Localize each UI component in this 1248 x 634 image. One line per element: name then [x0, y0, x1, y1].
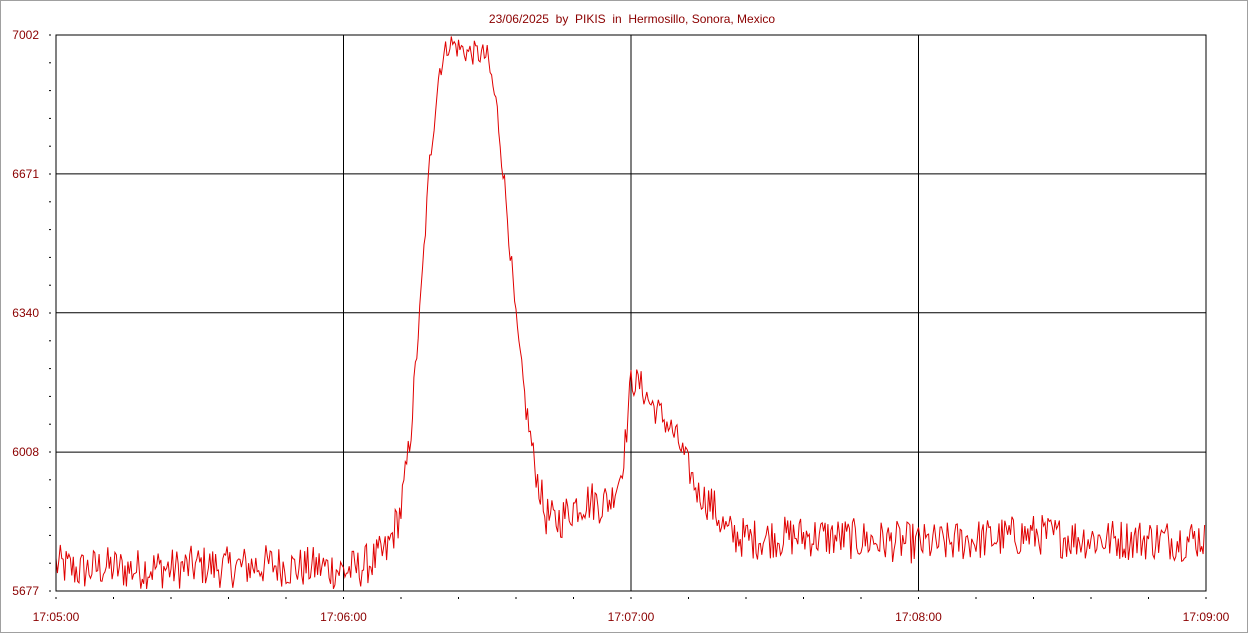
grid: [56, 35, 1206, 591]
x-tick-label-4: 17:09:00: [1183, 610, 1230, 624]
chart-title: 23/06/2025 by PIKIS in Hermosillo, Sonor…: [489, 12, 775, 26]
x-tick-label-1: 17:06:00: [320, 610, 367, 624]
y-tick-label-0: 5677: [12, 584, 39, 598]
chart-window: 23/06/2025 by PIKIS in Hermosillo, Sonor…: [0, 0, 1248, 633]
y-tick-label-3: 6671: [12, 167, 39, 181]
y-axis-labels: 5677 6008 6340 6671 7002: [12, 28, 39, 598]
x-tick-label-3: 17:08:00: [895, 610, 942, 624]
y-tick-label-2: 6340: [12, 306, 39, 320]
y-tick-label-4: 7002: [12, 28, 39, 42]
x-axis-labels: 17:05:00 17:06:00 17:07:00 17:08:00 17:09:00: [33, 610, 1230, 624]
minor-ticks: [49, 35, 1206, 599]
y-tick-label-1: 6008: [12, 445, 39, 459]
x-tick-label-2: 17:07:00: [608, 610, 655, 624]
x-tick-label-0: 17:05:00: [33, 610, 80, 624]
line-chart: 23/06/2025 by PIKIS in Hermosillo, Sonor…: [1, 1, 1248, 634]
